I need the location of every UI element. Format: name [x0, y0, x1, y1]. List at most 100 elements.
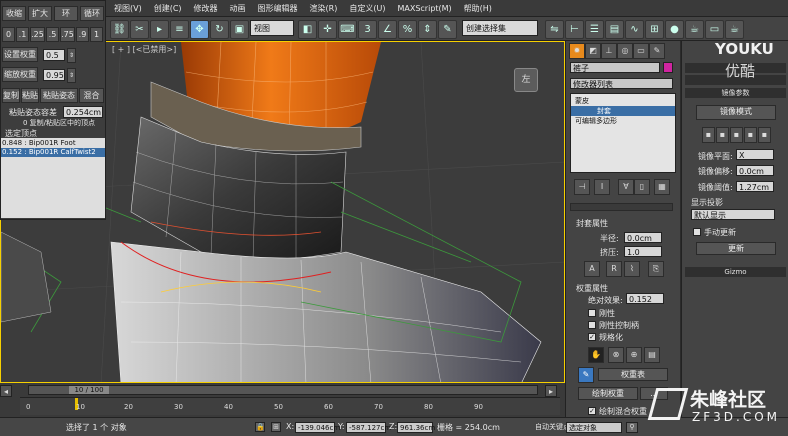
link-icon[interactable]: ⛓ — [110, 20, 129, 39]
set-weight-field[interactable]: 0.5 — [43, 49, 65, 61]
mirror-icon[interactable]: ⇋ — [545, 20, 564, 39]
align-icon[interactable]: ⊢ — [565, 20, 584, 39]
grow-button[interactable]: 扩大 — [28, 6, 52, 21]
render-frame-icon[interactable]: ▭ — [705, 20, 724, 39]
layer-icon[interactable]: ☰ — [585, 20, 604, 39]
abs-effect-field[interactable]: 0.152 — [626, 293, 664, 304]
unlink-icon[interactable]: ✂ — [130, 20, 149, 39]
set-weight-button[interactable]: 设置权重 — [2, 47, 38, 62]
stack-item-envelope[interactable]: 封套 — [571, 106, 675, 116]
include-verts-icon[interactable]: ⊕ — [626, 347, 642, 363]
create-tab-icon[interactable]: ✹ — [569, 43, 585, 59]
material-editor-icon[interactable]: ● — [665, 20, 684, 39]
timeline[interactable]: 10 / 100 ◂ ▸ 0 10 20 30 40 50 60 70 80 9… — [0, 383, 565, 417]
weight-tool-icon[interactable]: ✎ — [578, 367, 594, 383]
reference-coord-select[interactable]: 视图 — [250, 20, 294, 36]
modifier-list-dropdown[interactable]: 修改器列表 — [570, 78, 673, 89]
schematic-icon[interactable]: ⊞ — [645, 20, 664, 39]
select-scale-icon[interactable]: ▣ — [230, 20, 249, 39]
pivot-icon[interactable]: ◧ — [298, 20, 317, 39]
configure-sets-icon[interactable]: ▦ — [654, 179, 670, 195]
menu-maxscript[interactable]: MAXScript(M) — [397, 4, 451, 13]
viewport-label[interactable]: [ + ] [<已禁用>] — [112, 44, 176, 55]
update-button[interactable]: 更新 — [696, 242, 776, 255]
modifier-stack[interactable]: 蒙皮 封套 可编辑多边形 — [570, 93, 676, 173]
object-color-swatch[interactable] — [663, 62, 673, 73]
lock-icon[interactable]: 🔒 — [255, 422, 265, 432]
angle-snap-icon[interactable]: ∠ — [378, 20, 397, 39]
mirror-plane-select[interactable]: X — [736, 149, 774, 160]
scale-weight-button[interactable]: 缩放权重 — [2, 67, 38, 82]
select-excluded-icon[interactable]: ▤ — [644, 347, 660, 363]
x-coord-field[interactable]: -139.046cm — [295, 422, 340, 433]
weight-05-button[interactable]: .5 — [46, 27, 59, 42]
display-tab-icon[interactable]: ▭ — [633, 43, 649, 59]
mirror-threshold-field[interactable]: 1.27cm — [736, 181, 774, 192]
object-name-field[interactable]: 裤子 — [570, 62, 660, 73]
make-unique-icon[interactable]: ∀ — [618, 179, 634, 195]
mirror-offset-field[interactable]: 0.0cm — [736, 165, 774, 176]
envelope-type-r-icon[interactable]: R — [606, 261, 622, 277]
squash-field[interactable]: 1.0 — [624, 246, 662, 257]
rigid-checkbox[interactable] — [588, 309, 596, 317]
menu-customize[interactable]: 自定义(U) — [349, 3, 385, 14]
radius-field[interactable]: 0.0cm — [624, 232, 662, 243]
time-slider-thumb[interactable]: 10 / 100 — [69, 386, 109, 394]
show-end-result-icon[interactable]: I — [594, 179, 610, 195]
render-setup-icon[interactable]: ☕ — [685, 20, 704, 39]
bone-weight-list[interactable]: 0.848 : Bip001R Foot 0.152 : Bip001R Cal… — [1, 138, 105, 218]
modify-tab-icon[interactable]: ◩ — [585, 43, 601, 59]
select-object-icon[interactable]: ▸ — [150, 20, 169, 39]
weight-025-button[interactable]: .25 — [30, 27, 45, 42]
select-move-icon[interactable]: ✥ — [190, 20, 209, 39]
weight-table-button[interactable]: 权重表 — [598, 368, 668, 381]
mirror-paste-all-2-icon[interactable]: ▪ — [758, 127, 771, 143]
loop-button[interactable]: 循环 — [80, 6, 104, 21]
ring-button[interactable]: 环 — [54, 6, 78, 21]
weight-01-button[interactable]: .1 — [16, 27, 29, 42]
menu-animation[interactable]: 动画 — [230, 3, 246, 14]
snap-icon[interactable]: 3 — [358, 20, 377, 39]
copy-button[interactable]: 复制 — [2, 88, 20, 103]
exclude-verts-icon[interactable]: ⊗ — [608, 347, 624, 363]
z-coord-field[interactable]: 961.36cm — [397, 422, 435, 433]
time-slider[interactable]: 10 / 100 — [28, 385, 538, 395]
paste-pos-button[interactable]: 粘贴姿态 — [40, 88, 78, 103]
render-icon[interactable]: ☕ — [725, 20, 744, 39]
utilities-tab-icon[interactable]: ✎ — [649, 43, 665, 59]
envelope-paste-icon[interactable]: ⎘ — [648, 261, 664, 277]
menu-help[interactable]: 帮助(H) — [464, 3, 492, 14]
weight-0-button[interactable]: 0 — [2, 27, 15, 42]
gizmo-rollout-bar[interactable]: Gizmo — [685, 267, 786, 277]
paint-weights-button[interactable]: 绘制权重 — [578, 387, 638, 400]
paste-tolerance-field[interactable]: 0.254cm — [63, 106, 103, 118]
stack-item-editable-poly[interactable]: 可编辑多边形 — [571, 116, 675, 126]
prev-frame-icon[interactable]: ◂ — [0, 385, 12, 397]
list-item-selected[interactable]: 0.152 : Bip001R CalfTwist2 — [1, 148, 105, 157]
spinner-icon[interactable]: ⇕ — [67, 68, 76, 83]
blend-button[interactable]: 混合 — [79, 88, 104, 103]
keyboard-shortcut-icon[interactable]: ⌨ — [338, 20, 357, 39]
track-bar[interactable]: 0 10 20 30 40 50 60 70 80 90 — [20, 397, 560, 415]
ribbon-icon[interactable]: ▤ — [605, 20, 624, 39]
mirror-paste-icon[interactable]: ▪ — [702, 127, 715, 143]
spinner-icon[interactable]: ⇕ — [67, 48, 76, 63]
next-frame-icon[interactable]: ▸ — [545, 385, 557, 397]
y-coord-field[interactable]: -587.127cm — [346, 422, 391, 433]
normalize-checkbox[interactable]: ✓ — [588, 333, 596, 341]
hand-tool-icon[interactable]: ✋ — [588, 347, 604, 363]
envelope-type-a-icon[interactable]: A — [584, 261, 600, 277]
mirror-paste-blue-icon[interactable]: ▪ — [730, 127, 743, 143]
weight-075-button[interactable]: .75 — [60, 27, 75, 42]
motion-tab-icon[interactable]: ◎ — [617, 43, 633, 59]
menu-rendering[interactable]: 渲染(R) — [310, 3, 338, 14]
display-projection-select[interactable]: 默认显示 — [691, 209, 775, 220]
list-item[interactable]: 0.848 : Bip001R Foot — [1, 139, 105, 148]
menu-create[interactable]: 创建(C) — [154, 3, 182, 14]
mirror-paste-all-icon[interactable]: ▪ — [744, 127, 757, 143]
manual-update-checkbox[interactable] — [693, 228, 701, 236]
weight-09-button[interactable]: .9 — [76, 27, 89, 42]
curve-editor-icon[interactable]: ∿ — [625, 20, 644, 39]
percent-snap-icon[interactable]: % — [398, 20, 417, 39]
stack-item-skin[interactable]: 蒙皮 — [571, 96, 675, 106]
